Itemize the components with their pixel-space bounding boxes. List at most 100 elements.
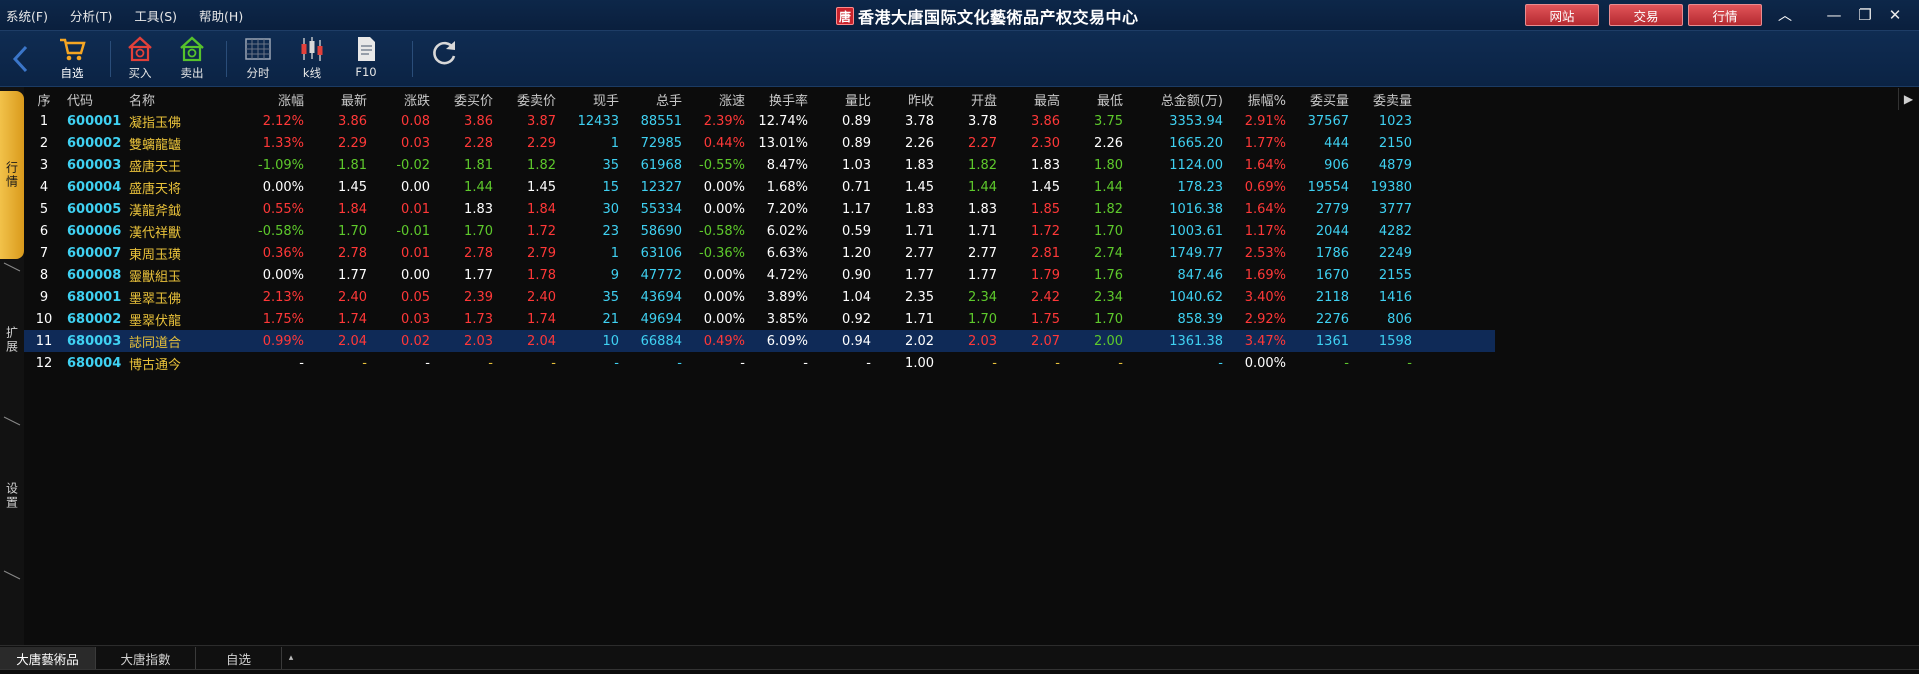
table-row[interactable]: 2 600002 雙螭龍罏 1.33% 2.29 0.03 2.28 2.29 1 72985 0.… (24, 132, 1495, 154)
chevron-right-icon (3, 570, 21, 580)
header-ask-volume[interactable]: 委卖量 (1352, 90, 1415, 109)
app-title: 唐 香港大唐国际文化藝術品产权交易中心 (836, 5, 1139, 27)
cell-ask-volume: 4282 (1378, 223, 1412, 239)
cell-amplitude: 2.53% (1244, 245, 1286, 261)
cell-turnover: - (803, 355, 808, 371)
menu-tools[interactable]: 工具(S) (134, 6, 177, 25)
header-bid[interactable]: 委买价 (433, 90, 496, 109)
header-open[interactable]: 开盘 (937, 90, 1000, 109)
toolbar-buy[interactable]: 买入 (114, 34, 166, 82)
cell-change-pct: 2.12% (262, 113, 304, 129)
toolbar-kline[interactable]: k线 (286, 34, 338, 82)
menu-system[interactable]: 系统(F) (6, 6, 48, 25)
cell-last: 1.77 (338, 267, 367, 283)
toolbar-f10[interactable]: F10 (340, 34, 392, 82)
cell-high: 1.72 (1031, 223, 1060, 239)
toolbar-refresh[interactable] (418, 37, 470, 85)
cell-amount: 1003.61 (1169, 223, 1223, 239)
cell-high: - (1055, 355, 1060, 371)
cell-volume-now: 35 (602, 289, 619, 305)
header-low[interactable]: 最低 (1063, 90, 1126, 109)
tab-watchlist[interactable]: 自选 (196, 647, 282, 669)
header-high[interactable]: 最高 (1000, 90, 1063, 109)
minimize-button[interactable]: — (1821, 4, 1847, 26)
cell-open: 2.27 (968, 135, 997, 151)
cell-amplitude: 1.64% (1244, 201, 1286, 217)
cell-change: 0.08 (401, 113, 430, 129)
cell-volume-ratio: 0.92 (842, 311, 871, 327)
cell-low: 1.70 (1094, 223, 1123, 239)
toolbar-timeshare[interactable]: 分时 (232, 34, 284, 82)
header-code[interactable]: 代码 (64, 90, 126, 109)
cell-volume-total: 49694 (640, 311, 682, 327)
table-row[interactable]: 10 680002 墨翠伏龍 1.75% 1.74 0.03 1.73 1.74 21 49694… (24, 308, 1495, 330)
chevron-right-icon (3, 416, 21, 426)
cell-amount: 858.39 (1177, 311, 1224, 327)
cell-amplitude: 1.77% (1244, 135, 1286, 151)
table-row[interactable]: 7 600007 東周玉璜 0.36% 2.78 0.01 2.78 2.79 1 63106 -0… (24, 242, 1495, 264)
menu-help[interactable]: 帮助(H) (199, 6, 243, 25)
header-volume-now[interactable]: 现手 (559, 90, 622, 109)
cell-low: 2.26 (1094, 135, 1123, 151)
table-row[interactable]: 8 600008 靈獸組玉 0.00% 1.77 0.00 1.77 1.78 9 47772 0.… (24, 264, 1495, 286)
sell-icon (180, 36, 204, 62)
cell-last: 3.86 (338, 113, 367, 129)
header-volume-ratio[interactable]: 量比 (811, 90, 874, 109)
toolbar-watchlist[interactable]: 自选 (46, 34, 98, 82)
scroll-right-icon[interactable]: ▶ (1898, 88, 1918, 110)
header-bid-volume[interactable]: 委买量 (1289, 90, 1352, 109)
cell-change-pct: 0.00% (262, 267, 304, 283)
header-amplitude[interactable]: 振幅% (1226, 90, 1289, 109)
sidetab-extend[interactable]: 扩展 (0, 277, 24, 403)
cart-icon (60, 38, 86, 61)
cell-change: 0.01 (401, 201, 430, 217)
header-turnover[interactable]: 换手率 (748, 90, 811, 109)
header-prev-close[interactable]: 昨收 (874, 90, 937, 109)
restore-button[interactable]: ❐ (1852, 4, 1878, 26)
menu-analysis[interactable]: 分析(T) (70, 6, 112, 25)
collapse-icon[interactable]: ︿ (1770, 4, 1800, 26)
close-button[interactable]: ✕ (1882, 4, 1908, 26)
cell-volume-ratio: 1.17 (842, 201, 871, 217)
tab-datang-index[interactable]: 大唐指數 (96, 647, 196, 669)
table-row[interactable]: 11 680003 誌同道合 0.99% 2.04 0.02 2.03 2.04 10 66884… (24, 330, 1495, 352)
tab-datang-art[interactable]: 大唐藝術品 (0, 647, 96, 669)
sidetab-settings[interactable]: 设置 (0, 433, 24, 559)
tabs-more-icon[interactable]: ▴ (284, 650, 298, 666)
header-change-pct[interactable]: 涨幅 (244, 90, 307, 109)
header-last[interactable]: 最新 (307, 90, 370, 109)
cell-name: 漢龍斧鉞 (129, 203, 182, 219)
table-row[interactable]: 9 680001 墨翠玉佛 2.13% 2.40 0.05 2.39 2.40 35 43694 0… (24, 286, 1495, 308)
cell-last: - (362, 355, 367, 371)
back-arrow-icon[interactable] (8, 43, 34, 75)
toolbar-sell[interactable]: 卖出 (166, 34, 218, 82)
table-row[interactable]: 3 600003 盛唐天王 -1.09% 1.81 -0.02 1.81 1.82 35 6196… (24, 154, 1495, 176)
table-row[interactable]: 12 680004 博古通今 - - - - - - - - - - 1.00 - - - - 0.00% - - (24, 352, 1495, 374)
cell-prev-close: 1.83 (905, 157, 934, 173)
status-bar (0, 669, 1919, 674)
header-amount[interactable]: 总金额(万) (1126, 90, 1226, 109)
cell-volume-total: 88551 (640, 113, 682, 129)
cell-volume-ratio: 1.03 (842, 157, 871, 173)
table-row[interactable]: 4 600004 盛唐天将 0.00% 1.45 0.00 1.44 1.45 15 12327 0… (24, 176, 1495, 198)
cell-open: 3.78 (968, 113, 997, 129)
header-volume-total[interactable]: 总手 (622, 90, 685, 109)
cell-speed: 0.00% (703, 289, 745, 305)
header-ask[interactable]: 委卖价 (496, 90, 559, 109)
cell-high: 1.85 (1031, 201, 1060, 217)
cell-index: 5 (39, 201, 49, 217)
trade-button[interactable]: 交易 (1609, 4, 1683, 26)
header-change[interactable]: 涨跌 (370, 90, 433, 109)
header-name[interactable]: 名称 (126, 90, 244, 109)
table-row[interactable]: 1 600001 凝指玉佛 2.12% 3.86 0.08 3.86 3.87 12433 885… (24, 110, 1495, 132)
cell-high: 1.79 (1031, 267, 1060, 283)
header-index[interactable]: 序 (24, 90, 64, 109)
header-speed[interactable]: 涨速 (685, 90, 748, 109)
sidetab-quotes[interactable]: 行情 (0, 91, 24, 259)
website-button[interactable]: 网站 (1525, 4, 1599, 26)
table-row[interactable]: 5 600005 漢龍斧鉞 0.55% 1.84 0.01 1.83 1.84 30 55334 0… (24, 198, 1495, 220)
cell-ask: 2.29 (527, 135, 556, 151)
quotes-button[interactable]: 行情 (1688, 4, 1762, 26)
table-row[interactable]: 6 600006 漢代祥獸 -0.58% 1.70 -0.01 1.70 1.72 23 5869… (24, 220, 1495, 242)
cell-change-pct: 0.99% (262, 333, 304, 349)
